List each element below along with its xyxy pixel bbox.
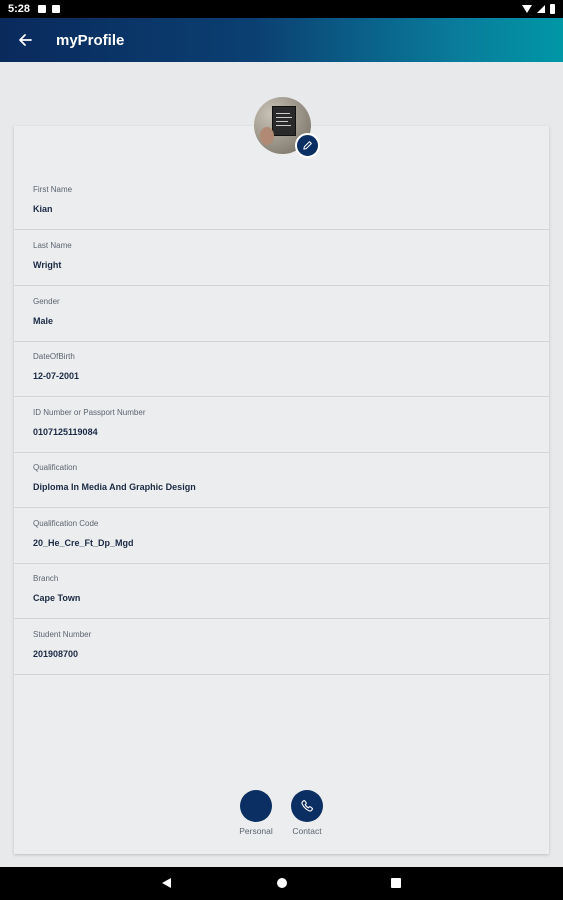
field-branch: Branch Cape Town [14,563,549,619]
field-label: Gender [33,297,60,306]
field-value: 201908700 [33,649,79,659]
field-label: Branch [33,574,59,583]
field-qualification-code: Qualification Code 20_He_Cre_Ft_Dp_Mgd [14,508,549,564]
status-bar: 5:28 [0,0,563,18]
status-time: 5:28 [8,3,31,15]
sd-card-icon [52,5,61,13]
field-label: Student Number [33,630,92,639]
phone-icon [301,800,313,812]
field-date-of-birth: DateOfBirth 12-07-2001 [14,341,549,397]
field-qualification: Qualification Diploma In Media And Graph… [14,452,549,508]
system-home-icon[interactable] [277,878,287,888]
field-value: Male [33,316,54,326]
personal-button[interactable] [240,790,272,822]
avatar-container [254,97,320,158]
field-value: Kian [33,204,53,214]
wifi-icon [522,5,532,13]
field-first-name: First Name Kian [14,174,549,230]
avatar-book-image [272,106,296,136]
field-label: DateOfBirth [33,352,75,361]
system-recents-icon[interactable] [391,878,401,888]
field-label: ID Number or Passport Number [33,408,146,417]
avatar-face-image [260,127,274,145]
field-label: Qualification Code [33,519,99,528]
nav-label: Contact [292,826,322,836]
pencil-icon [303,141,312,150]
field-value: Cape Town [33,593,81,603]
page-title: myProfile [56,31,125,49]
field-value: 12-07-2001 [33,371,80,381]
field-label: Last Name [33,241,72,250]
field-value: 20_He_Cre_Ft_Dp_Mgd [33,538,134,548]
system-nav-bar [0,867,563,900]
back-button[interactable] [0,18,50,62]
system-back-icon[interactable] [162,878,171,888]
status-right [522,4,555,14]
field-value: Wright [33,260,62,270]
field-last-name: Last Name Wright [14,230,549,286]
field-student-number: Student Number 201908700 [14,619,549,675]
nav-label: Personal [239,826,273,836]
app-bar: myProfile [0,18,563,62]
field-value: Diploma In Media And Graphic Design [33,482,196,492]
field-id-number: ID Number or Passport Number 01071251190… [14,397,549,453]
battery-icon [550,4,555,14]
person-icon [252,800,260,807]
edit-avatar-button[interactable] [295,133,320,158]
field-label: First Name [33,185,73,194]
nav-contact[interactable]: Contact [277,790,337,836]
arrow-back-icon [19,34,32,46]
notification-icon [38,5,47,13]
contact-button[interactable] [291,790,323,822]
signal-icon [537,5,545,13]
field-label: Qualification [33,463,78,472]
bottom-nav: Personal Contact [0,790,563,840]
field-gender: Gender Male [14,286,549,342]
field-value: 0107125119084 [33,427,98,437]
